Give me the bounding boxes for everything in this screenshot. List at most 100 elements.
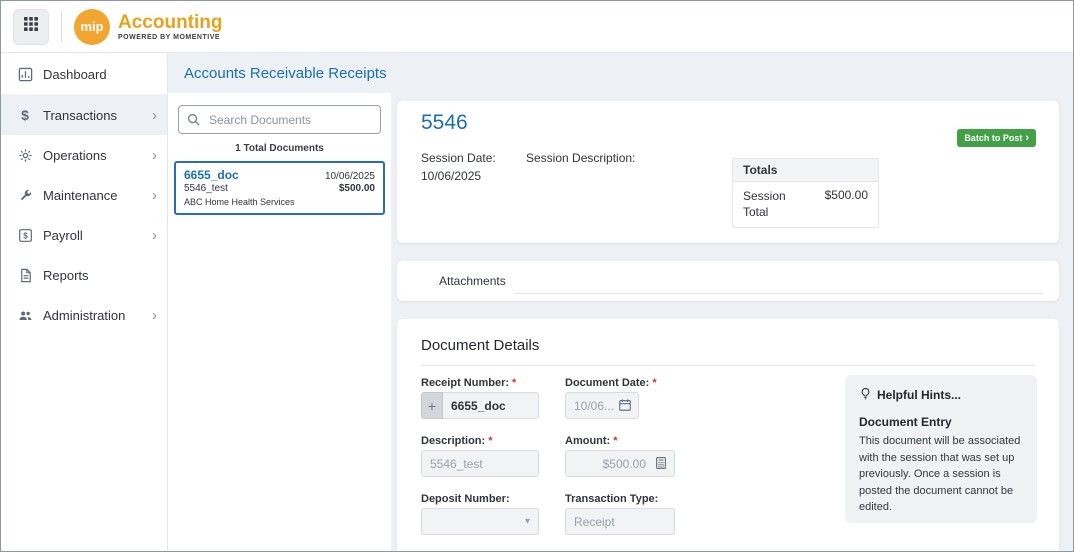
receipt-number-value: 6655_doc	[451, 399, 506, 413]
sidebar-item-label: Dashboard	[43, 67, 107, 82]
tab-underline	[515, 293, 1043, 294]
totals-box: Totals Session Total $500.00	[732, 158, 879, 228]
session-description-label: Session Description:	[526, 151, 635, 165]
batch-arrow-icon: ›	[1025, 133, 1029, 144]
hints-title-row: Helpful Hints...	[859, 387, 1023, 403]
chevron-right-icon: ›	[152, 228, 157, 243]
attachments-card: Attachments	[397, 261, 1059, 301]
hints-title: Helpful Hints...	[877, 388, 961, 402]
plus-icon: +	[428, 398, 436, 414]
dropdown-arrow-icon: ▾	[525, 516, 530, 527]
calculator-icon[interactable]	[654, 456, 668, 473]
required-marker: *	[488, 435, 492, 447]
chevron-right-icon: ›	[152, 308, 157, 323]
totals-row-label: Session Total	[743, 188, 801, 220]
session-date-value: 10/06/2025	[421, 169, 481, 183]
document-date-label: Document Date:*	[565, 377, 657, 389]
apps-grid-button[interactable]	[13, 9, 49, 45]
brand-tagline: POWERED BY MOMENTIVE	[118, 34, 223, 41]
maintenance-wrench-icon	[15, 188, 35, 203]
amount-field[interactable]: $500.00	[565, 450, 675, 477]
transaction-type-field[interactable]: Receipt	[565, 508, 675, 535]
receipt-number-field[interactable]: 6655_doc	[443, 392, 539, 419]
hints-subtitle: Document Entry	[859, 415, 1023, 429]
administration-users-icon	[15, 308, 35, 323]
document-details-title: Document Details	[421, 337, 1035, 354]
chevron-right-icon: ›	[152, 148, 157, 163]
tab-attachments[interactable]: Attachments	[433, 262, 512, 300]
brand-block: Accounting POWERED BY MOMENTIVE	[118, 13, 223, 41]
description-field[interactable]: 5546_test	[421, 450, 539, 477]
sidebar-item-label: Reports	[43, 268, 89, 283]
deposit-number-select[interactable]: ▾	[421, 508, 539, 535]
chevron-right-icon: ›	[152, 108, 157, 123]
mip-logo: mip	[74, 9, 110, 45]
required-marker: *	[613, 435, 617, 447]
transaction-type-value: Receipt	[574, 515, 615, 529]
sidebar-item-label: Administration	[43, 308, 125, 323]
session-date-label: Session Date:	[421, 151, 496, 165]
document-date-label-text: Document Date:	[565, 377, 649, 389]
main-content: Accounts Receivable Receipts 1 Total Doc…	[168, 53, 1073, 551]
transactions-icon: $	[15, 107, 35, 123]
hints-body: This document will be associated with th…	[859, 433, 1023, 516]
document-date-field[interactable]: 10/06...	[565, 392, 639, 419]
reports-document-icon	[15, 268, 35, 283]
totals-row-value: $500.00	[825, 188, 868, 220]
sidebar-item-label: Maintenance	[43, 188, 117, 203]
document-list-item-selected[interactable]: 6655_doc 10/06/2025 5546_test $500.00 AB…	[174, 161, 385, 215]
receipt-number-group: + 6655_doc	[421, 392, 539, 419]
dashboard-icon	[15, 67, 35, 82]
payroll-icon: $	[15, 228, 35, 243]
sidebar-item-label: Transactions	[43, 108, 117, 123]
operations-gear-icon	[15, 148, 35, 163]
svg-text:$: $	[23, 231, 28, 240]
document-customer: ABC Home Health Services	[184, 197, 375, 207]
documents-total-label: 1 Total Documents	[168, 134, 391, 161]
document-date-value: 10/06...	[574, 399, 614, 413]
document-row-top: 6655_doc 10/06/2025	[184, 168, 375, 182]
receipt-number-label: Receipt Number:*	[421, 377, 516, 389]
description-label-text: Description:	[421, 435, 485, 447]
sidebar-item-transactions[interactable]: $ Transactions ›	[1, 95, 167, 135]
calendar-icon[interactable]	[618, 398, 632, 415]
document-row-middle: 5546_test $500.00	[184, 182, 375, 194]
document-date: 10/06/2025	[325, 171, 375, 182]
sidebar-item-operations[interactable]: Operations ›	[1, 135, 167, 175]
session-card: 5546 Session Date: 10/06/2025 Session De…	[397, 101, 1059, 243]
document-details-card: Document Details Receipt Number:* Docume…	[397, 319, 1059, 551]
mip-logo-text: mip	[80, 19, 103, 34]
amount-label-text: Amount:	[565, 435, 610, 447]
transaction-type-label: Transaction Type:	[565, 493, 658, 505]
required-marker: *	[652, 377, 656, 389]
totals-title: Totals	[733, 159, 878, 182]
apps-grid-icon	[23, 16, 39, 37]
add-receipt-number-button[interactable]: +	[421, 392, 443, 419]
document-amount: $500.00	[339, 183, 375, 194]
required-marker: *	[512, 377, 516, 389]
document-number: 6655_doc	[184, 168, 239, 182]
sidebar-item-payroll[interactable]: $ Payroll ›	[1, 215, 167, 255]
sidebar-item-maintenance[interactable]: Maintenance ›	[1, 175, 167, 215]
session-number: 5546	[421, 111, 468, 135]
sidebar-item-reports[interactable]: Reports	[1, 255, 167, 295]
deposit-number-label: Deposit Number:	[421, 493, 510, 505]
brand-name: Accounting	[118, 13, 223, 32]
sidebar-item-administration[interactable]: Administration ›	[1, 295, 167, 335]
details-divider	[421, 365, 1035, 366]
amount-value: $500.00	[574, 457, 666, 471]
lightbulb-icon	[859, 387, 872, 403]
top-header: mip Accounting POWERED BY MOMENTIVE	[1, 1, 1073, 53]
sidebar-item-dashboard[interactable]: Dashboard	[1, 55, 167, 95]
batch-to-post-button[interactable]: Batch to Post ›	[957, 129, 1036, 147]
header-divider	[61, 12, 62, 42]
description-value: 5546_test	[430, 457, 483, 471]
document-description: 5546_test	[184, 183, 228, 194]
batch-to-post-label: Batch to Post	[964, 133, 1022, 143]
receipt-number-label-text: Receipt Number:	[421, 377, 509, 389]
search-icon	[186, 112, 201, 132]
sidebar-item-label: Operations	[43, 148, 107, 163]
search-documents-input[interactable]	[178, 105, 381, 134]
page-title: Accounts Receivable Receipts	[184, 65, 387, 82]
documents-panel: 1 Total Documents 6655_doc 10/06/2025 55…	[168, 93, 391, 551]
